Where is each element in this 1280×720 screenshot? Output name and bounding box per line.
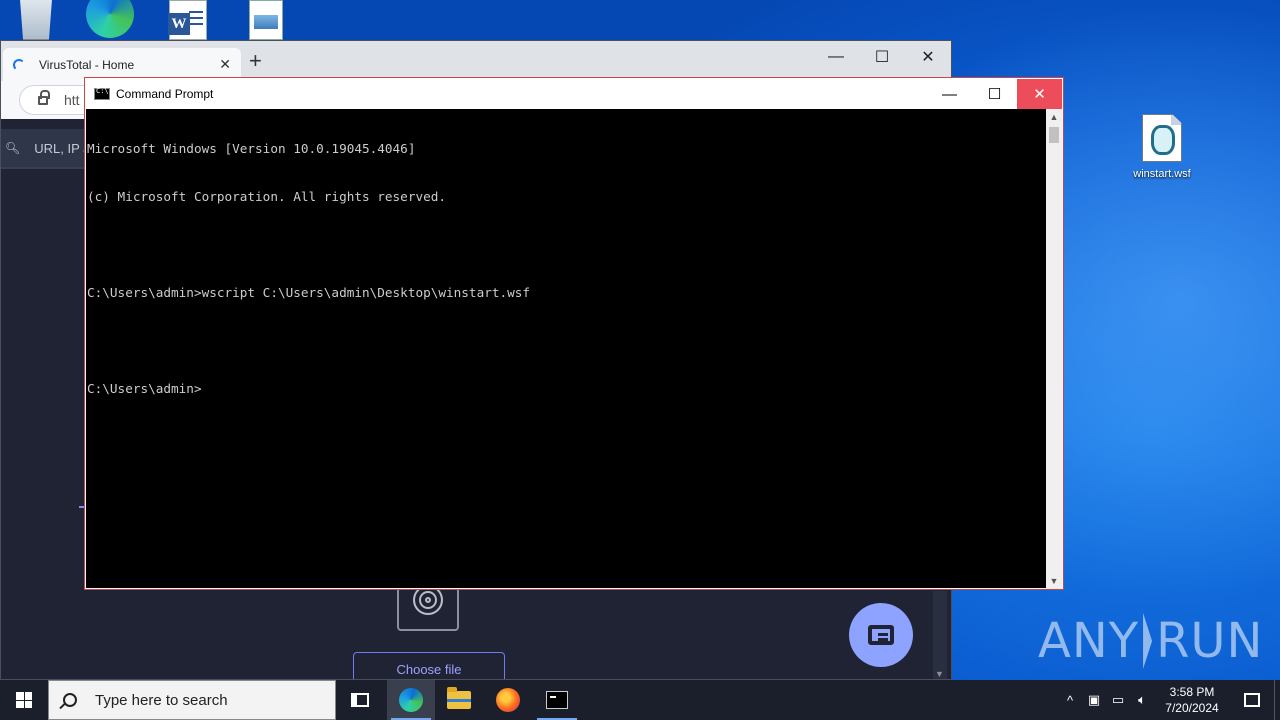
taskbar-search-box[interactable]: Type here to search: [48, 680, 336, 720]
tab-title: VirusTotal - Home: [39, 57, 135, 72]
address-text: htt: [64, 92, 80, 108]
chat-icon: [868, 625, 894, 645]
clock-date: 7/20/2024: [1165, 701, 1219, 715]
network-icon[interactable]: ▭: [1106, 680, 1130, 720]
chat-button[interactable]: [849, 603, 913, 667]
firefox-icon: [496, 688, 520, 712]
browser-scrollbar[interactable]: ▼: [933, 591, 947, 679]
cmd-scroll-down-icon[interactable]: ▼: [1046, 573, 1062, 589]
cmd-scroll-thumb[interactable]: [1049, 127, 1059, 143]
notification-icon: [1244, 693, 1260, 707]
taskbar-search-placeholder: Type here to search: [95, 691, 228, 709]
show-hidden-icons-chevron-icon[interactable]: ^: [1058, 680, 1082, 720]
taskbar-file-explorer-button[interactable]: [435, 680, 483, 720]
cmd-line: [87, 237, 1048, 253]
cmd-maximize-button[interactable]: ☐: [972, 79, 1017, 109]
cmd-title: Command Prompt: [116, 87, 214, 101]
cmd-app-icon: [94, 87, 110, 100]
recycle-bin-icon[interactable]: [14, 0, 58, 40]
winstart-wsf-label: winstart.wsf: [1133, 168, 1191, 180]
cmd-titlebar[interactable]: Command Prompt — ☐ ✕: [86, 79, 1062, 109]
edge-desktop-icon[interactable]: [86, 0, 134, 40]
browser-minimize-button[interactable]: —: [813, 41, 859, 73]
choose-file-button[interactable]: Choose file: [353, 652, 505, 679]
image-file-icon[interactable]: [244, 0, 288, 40]
cmd-line: C:\Users\admin>wscript C:\Users\admin\De…: [87, 285, 531, 300]
taskbar-edge-button[interactable]: [387, 680, 435, 720]
search-icon: [63, 693, 77, 707]
browser-titlebar: VirusTotal - Home ✕ + — ☐ ✕: [1, 41, 951, 81]
start-button[interactable]: [0, 680, 48, 720]
tab-close-icon[interactable]: ✕: [219, 56, 231, 73]
browser-tab-virustotal[interactable]: VirusTotal - Home ✕: [3, 48, 241, 81]
taskbar-firefox-button[interactable]: [484, 680, 532, 720]
notification-center-button[interactable]: [1230, 680, 1274, 720]
browser-window-controls: — ☐ ✕: [813, 41, 951, 73]
system-tray: ^ ▣ ▭ 🔈︎ 3:58 PM 7/20/2024: [1058, 680, 1280, 720]
task-view-button[interactable]: [336, 680, 384, 720]
browser-close-button[interactable]: ✕: [905, 41, 951, 73]
taskbar-cmd-button[interactable]: [533, 680, 581, 720]
taskbar: Type here to search ^ ▣ ▭ 🔈︎ 3:58 PM 7/2…: [0, 680, 1280, 720]
clock-time: 3:58 PM: [1169, 685, 1215, 699]
cmd-console-output[interactable]: Microsoft Windows [Version 10.0.19045.40…: [86, 109, 1048, 589]
cmd-line: (c) Microsoft Corporation. All rights re…: [87, 189, 447, 204]
cmd-icon: [546, 691, 568, 709]
search-icon: 🔍︎: [5, 141, 21, 155]
script-file-icon: [1142, 114, 1182, 162]
task-view-icon: [351, 693, 369, 707]
show-desktop-button[interactable]: [1274, 680, 1280, 720]
play-icon: [1143, 613, 1153, 669]
winstart-wsf-file[interactable]: winstart.wsf: [1124, 114, 1200, 180]
lock-icon: [38, 89, 50, 105]
anyrun-watermark: ANY RUN: [1038, 606, 1262, 676]
device-icon[interactable]: ▣: [1082, 680, 1106, 720]
browser-maximize-button[interactable]: ☐: [859, 41, 905, 73]
watermark-right: RUN: [1156, 613, 1264, 669]
cmd-line: [87, 333, 1048, 349]
browser-scroll-down-icon[interactable]: ▼: [935, 669, 944, 679]
file-explorer-icon: [447, 687, 471, 709]
edge-icon: [399, 688, 423, 712]
cmd-prompt-line: C:\Users\admin>: [87, 381, 202, 396]
cmd-window-controls: — ☐ ✕: [927, 79, 1062, 109]
cmd-scroll-up-icon[interactable]: ▲: [1046, 109, 1062, 125]
virustotal-favicon-icon: [13, 58, 25, 71]
word-document-icon[interactable]: W: [166, 0, 210, 40]
command-prompt-window: Command Prompt — ☐ ✕ Microsoft Windows […: [85, 78, 1063, 589]
cmd-minimize-button[interactable]: —: [927, 79, 972, 109]
watermark-left: ANY: [1038, 613, 1140, 669]
windows-logo-icon: [16, 692, 32, 708]
cmd-line: Microsoft Windows [Version 10.0.19045.40…: [87, 141, 416, 156]
volume-icon[interactable]: 🔈︎: [1130, 680, 1154, 720]
taskbar-clock[interactable]: 3:58 PM 7/20/2024: [1154, 684, 1230, 716]
new-tab-button[interactable]: +: [249, 50, 262, 72]
cmd-close-button[interactable]: ✕: [1017, 79, 1062, 109]
cmd-scrollbar[interactable]: ▲ ▼: [1046, 109, 1062, 589]
